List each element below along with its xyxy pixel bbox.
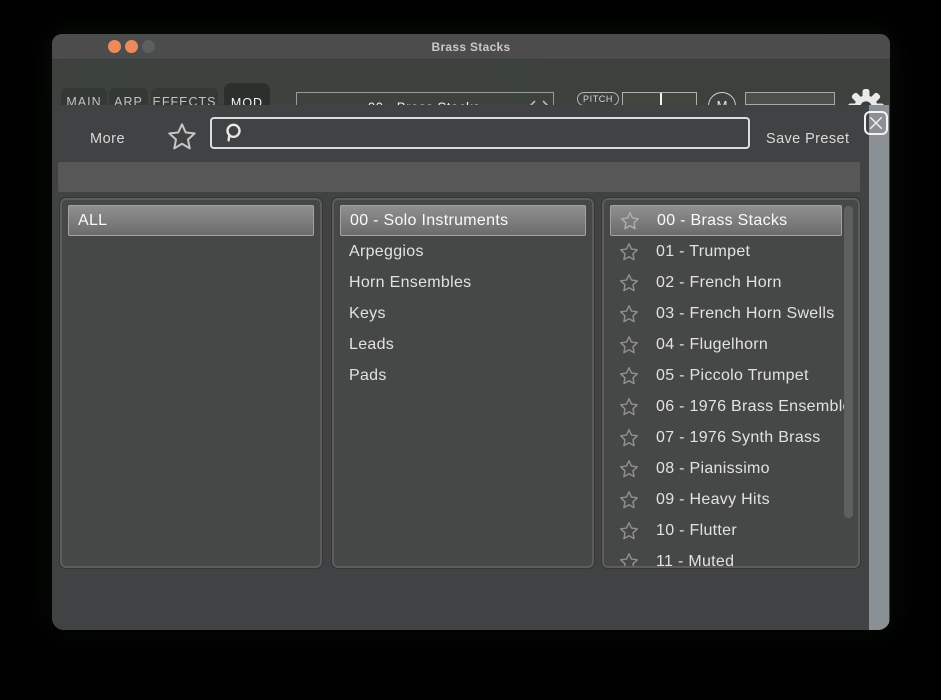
favorite-star-icon[interactable] [618,551,640,566]
window-titlebar[interactable]: Brass Stacks [52,34,890,60]
favorite-star-icon[interactable] [618,272,640,294]
bank-item[interactable]: 00 - Solo Instruments [340,205,586,236]
browser-side-strip [869,105,889,630]
preset-item[interactable]: 06 - 1976 Brass Ensemble [610,391,851,422]
pitch-slider[interactable] [622,92,697,106]
bank-item[interactable]: Pads [340,360,586,391]
favorite-star-icon[interactable] [618,396,640,418]
favorite-star-icon[interactable] [618,365,640,387]
pitch-label: PITCH [577,92,619,106]
favorite-star-icon[interactable] [618,427,640,449]
preset-item[interactable]: 01 - Trumpet [610,236,842,267]
favorite-star-icon[interactable] [619,210,641,232]
preset-item[interactable]: 05 - Piccolo Trumpet [610,360,842,391]
category-column: ALL [59,197,323,569]
preset-item[interactable]: 03 - French Horn Swells [610,298,842,329]
pitch-slider-thumb[interactable] [659,93,662,105]
favorite-star-icon[interactable] [618,458,640,480]
bank-item[interactable]: Arpeggios [340,236,586,267]
more-button[interactable]: More [90,131,125,147]
favorite-star-icon[interactable] [618,303,640,325]
preset-item[interactable]: 02 - French Horn [610,267,842,298]
favorite-star-icon[interactable] [618,334,640,356]
preset-list-scrollbar[interactable] [844,206,853,518]
search-box[interactable] [210,117,750,149]
preset-item[interactable]: 04 - Flugelhorn [610,329,842,360]
favorites-star-icon[interactable] [166,121,198,158]
magnifier-icon [226,123,241,142]
preset-item[interactable]: 10 - Flutter [610,515,842,546]
meter-top [745,92,835,105]
close-browser-button[interactable] [864,111,888,135]
preset-item[interactable]: 08 - Pianissimo [610,453,842,484]
preset-item[interactable]: 11 - Muted [610,546,842,566]
search-input[interactable] [244,124,748,142]
bank-item[interactable]: Leads [340,329,586,360]
favorite-star-icon[interactable] [618,241,640,263]
bank-column: 00 - Solo Instruments Arpeggios Horn Ens… [331,197,595,569]
preset-item[interactable]: 07 - 1976 Synth Brass [610,422,842,453]
plugin-header: MAIN ARP EFFECTS MOD 00 - Brass Stacks P… [52,60,890,125]
preset-item[interactable]: 00 - Brass Stacks [610,205,842,236]
category-item[interactable]: ALL [68,205,314,236]
plugin-window: Brass Stacks MAIN ARP EFFECTS MOD 00 - B… [52,34,890,630]
window-title: Brass Stacks [431,40,511,54]
save-preset-button[interactable]: Save Preset [766,131,849,147]
favorite-star-icon[interactable] [618,489,640,511]
close-icon [869,116,883,130]
preset-column: 00 - Brass Stacks 01 - Trumpet 02 - Fren… [601,197,861,569]
bank-item[interactable]: Horn Ensembles [340,267,586,298]
bank-item[interactable]: Keys [340,298,586,329]
favorite-star-icon[interactable] [618,520,640,542]
preset-browser: More Save Preset ALL 00 - Solo Instrumen… [52,105,890,630]
breadcrumb-bar [58,162,860,192]
preset-item[interactable]: 09 - Heavy Hits [610,484,842,515]
